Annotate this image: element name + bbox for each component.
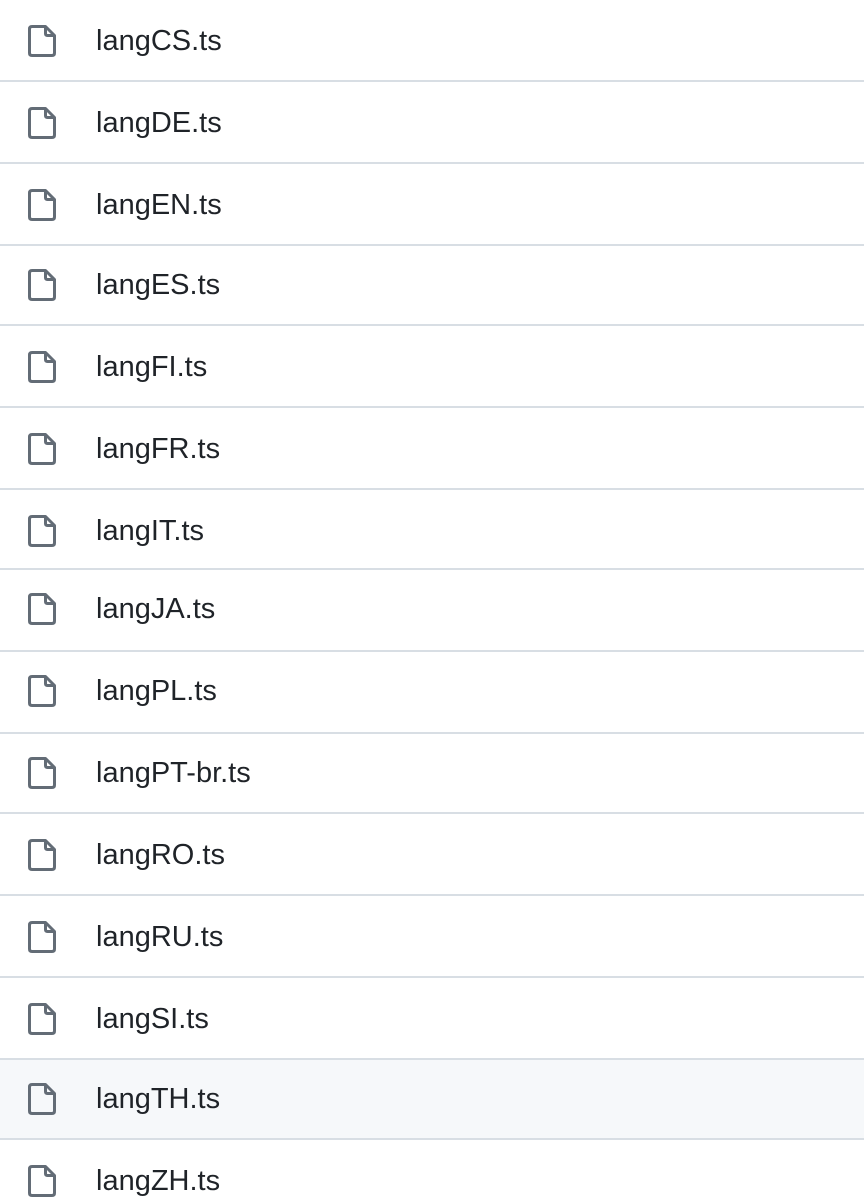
file-name[interactable]: langTH.ts bbox=[96, 1082, 220, 1116]
file-name[interactable]: langFR.ts bbox=[96, 432, 220, 466]
file-row[interactable]: langDE.ts bbox=[0, 82, 864, 164]
file-icon bbox=[27, 920, 57, 954]
file-row[interactable]: langTH.ts bbox=[0, 1060, 864, 1140]
file-icon bbox=[27, 1164, 57, 1198]
file-row[interactable]: langCS.ts bbox=[0, 0, 864, 82]
file-name[interactable]: langPT-br.ts bbox=[96, 756, 251, 790]
file-icon bbox=[27, 838, 57, 872]
file-row[interactable]: langPT-br.ts bbox=[0, 734, 864, 814]
file-name[interactable]: langCS.ts bbox=[96, 24, 222, 58]
file-row[interactable]: langSI.ts bbox=[0, 978, 864, 1060]
file-name[interactable]: langZH.ts bbox=[96, 1164, 220, 1198]
file-name[interactable]: langRU.ts bbox=[96, 920, 223, 954]
file-icon bbox=[27, 24, 57, 58]
file-name[interactable]: langPL.ts bbox=[96, 674, 217, 708]
file-row[interactable]: langES.ts bbox=[0, 246, 864, 326]
file-icon bbox=[27, 188, 57, 222]
file-row[interactable]: langFR.ts bbox=[0, 408, 864, 490]
file-row[interactable]: langZH.ts bbox=[0, 1140, 864, 1202]
file-icon bbox=[27, 350, 57, 384]
file-icon bbox=[27, 1002, 57, 1036]
file-name[interactable]: langRO.ts bbox=[96, 838, 225, 872]
file-name[interactable]: langES.ts bbox=[96, 268, 220, 302]
file-icon bbox=[27, 674, 57, 708]
file-icon bbox=[27, 1082, 57, 1116]
file-row[interactable]: langRO.ts bbox=[0, 814, 864, 896]
file-row[interactable]: langIT.ts bbox=[0, 490, 864, 570]
file-icon bbox=[27, 756, 57, 790]
file-name[interactable]: langDE.ts bbox=[96, 106, 222, 140]
file-icon bbox=[27, 432, 57, 466]
file-name[interactable]: langSI.ts bbox=[96, 1002, 209, 1036]
file-row[interactable]: langFI.ts bbox=[0, 326, 864, 408]
file-name[interactable]: langJA.ts bbox=[96, 592, 215, 626]
file-row[interactable]: langRU.ts bbox=[0, 896, 864, 978]
file-icon bbox=[27, 106, 57, 140]
file-icon bbox=[27, 514, 57, 548]
file-row[interactable]: langEN.ts bbox=[0, 164, 864, 246]
file-row[interactable]: langPL.ts bbox=[0, 652, 864, 734]
file-name[interactable]: langEN.ts bbox=[96, 188, 222, 222]
file-icon bbox=[27, 268, 57, 302]
file-name[interactable]: langIT.ts bbox=[96, 514, 204, 548]
file-row[interactable]: langJA.ts bbox=[0, 570, 864, 652]
file-icon bbox=[27, 592, 57, 626]
file-name[interactable]: langFI.ts bbox=[96, 350, 207, 384]
